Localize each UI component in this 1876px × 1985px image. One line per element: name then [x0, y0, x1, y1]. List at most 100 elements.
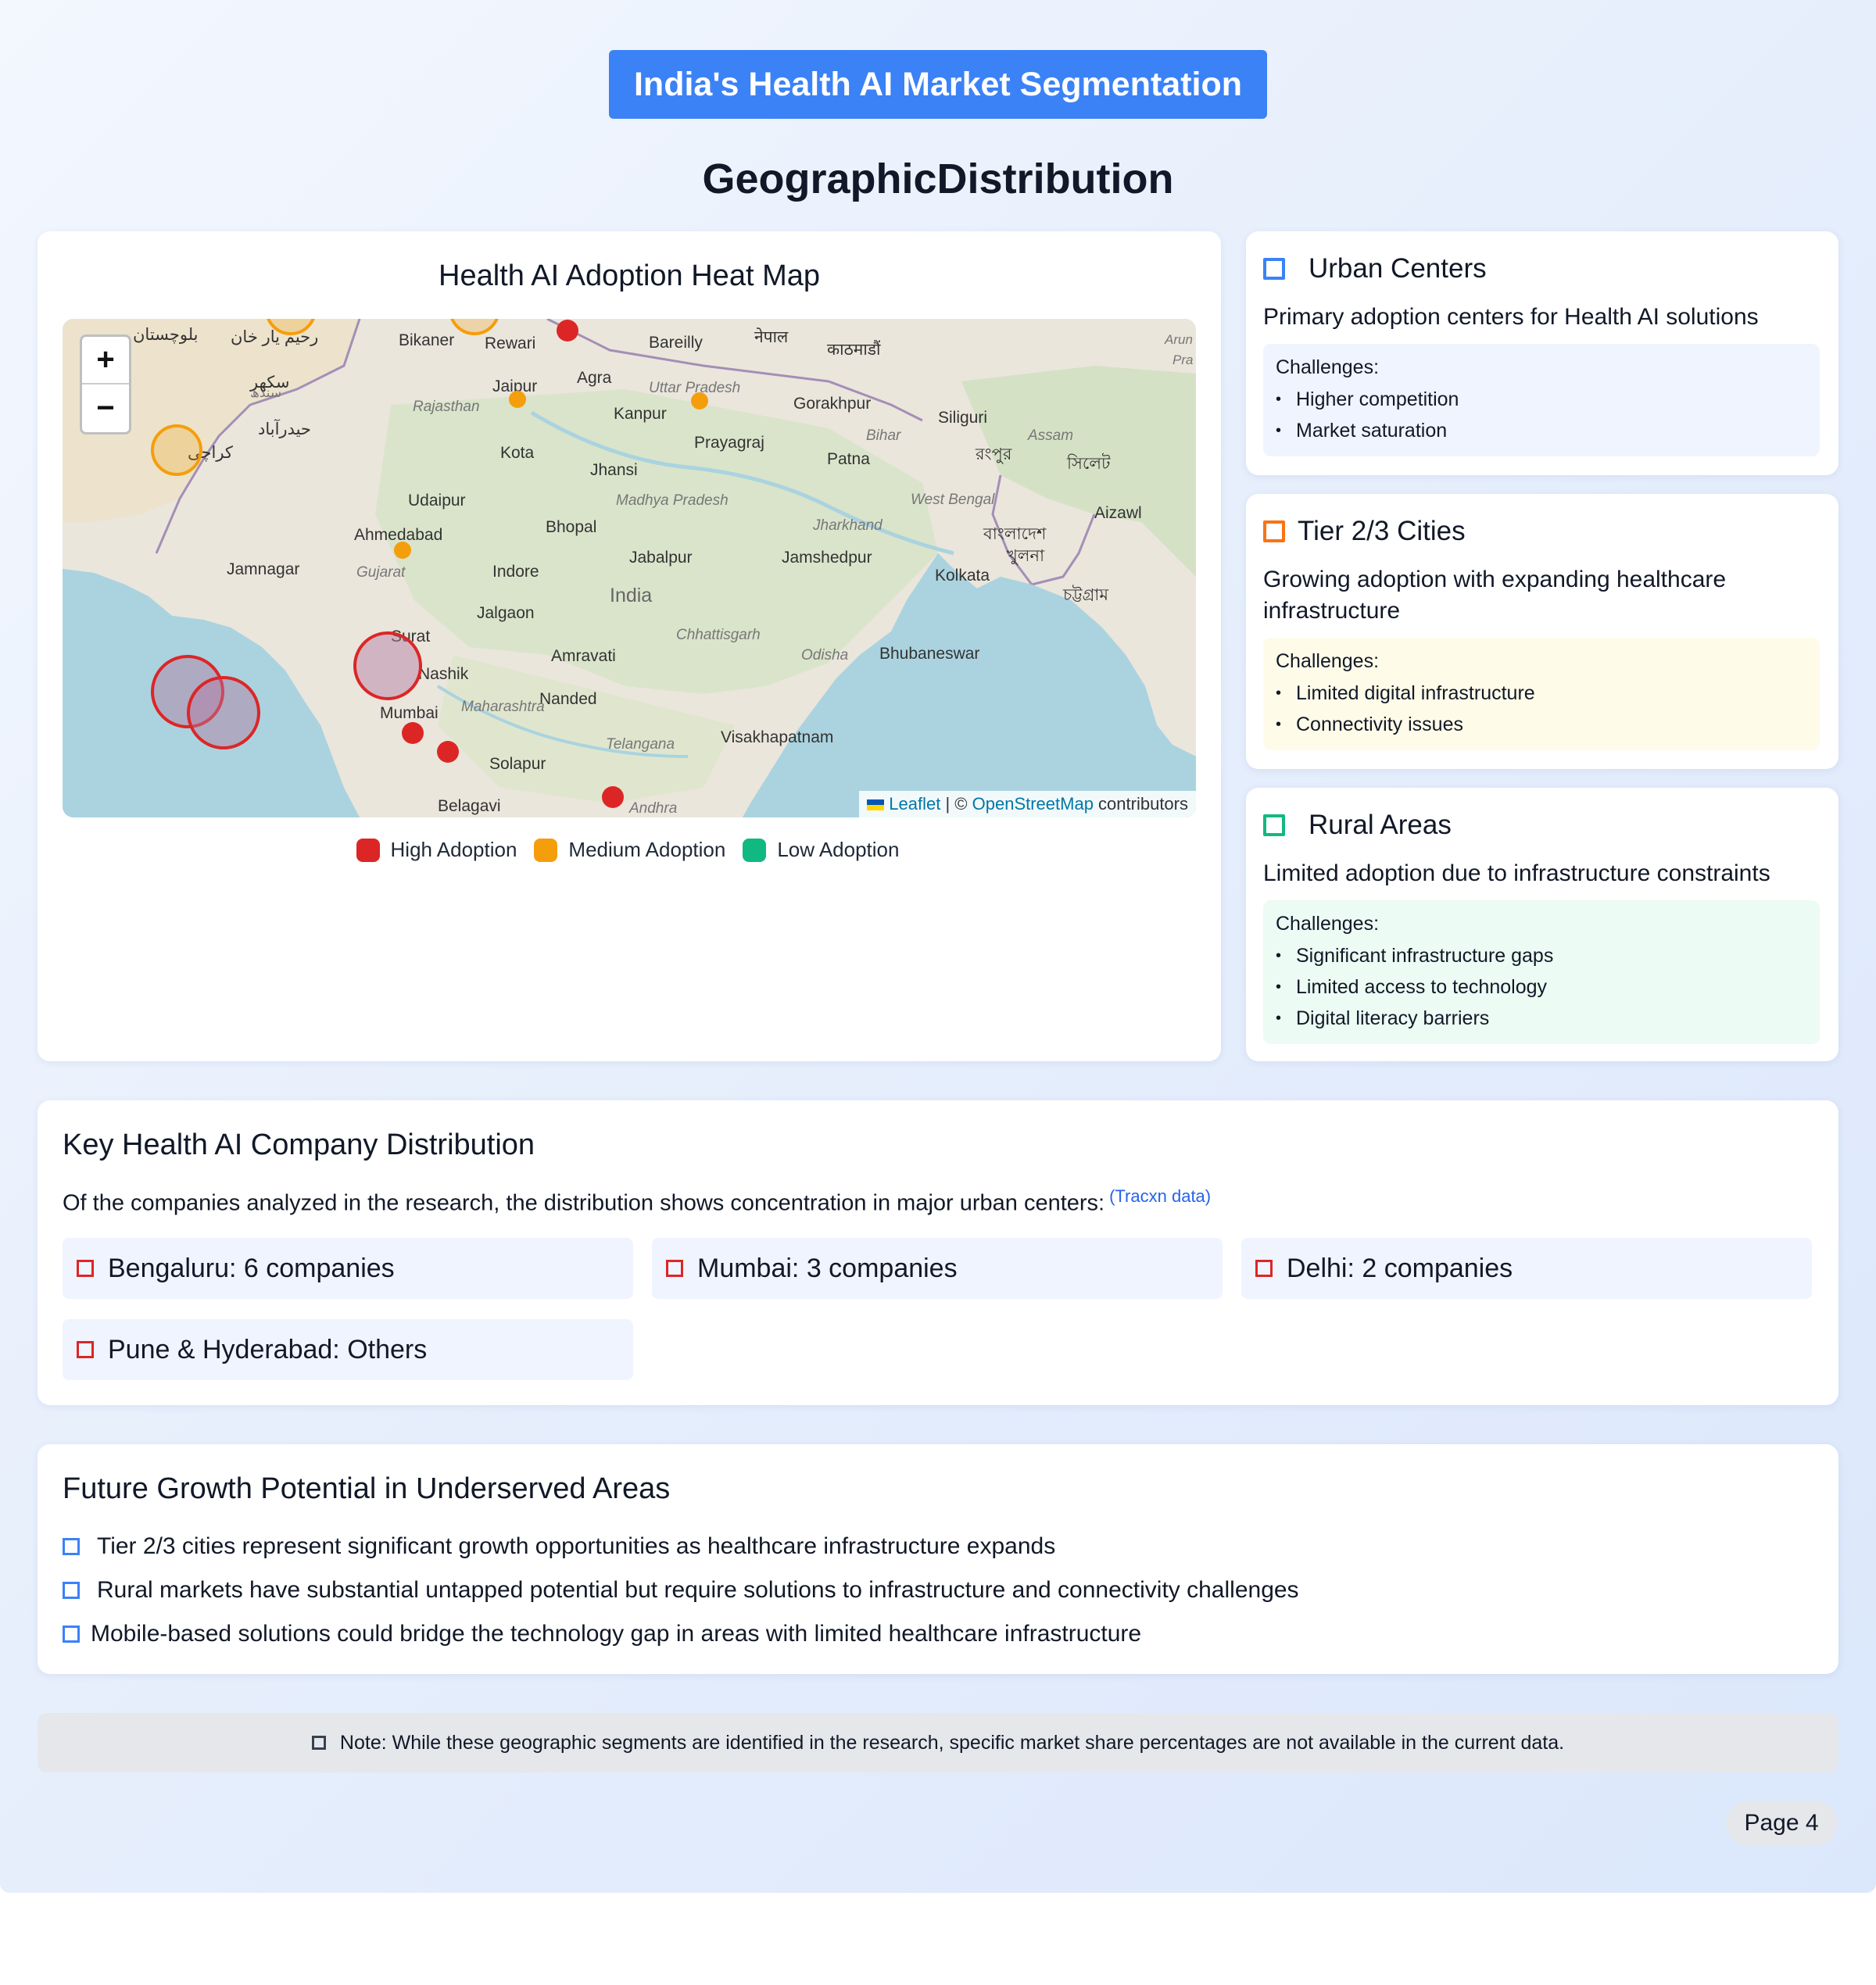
- high-adoption-marker[interactable]: [402, 722, 424, 744]
- challenges-box: Challenges: Significant infrastructure g…: [1263, 900, 1820, 1044]
- map-card: Health AI Adoption Heat Map بلوچستان رحی…: [38, 231, 1221, 1061]
- legend-item-high: High Adoption: [356, 838, 517, 862]
- segment-card-urban: Urban Centers Primary adoption centers f…: [1246, 231, 1838, 475]
- company-tile: Pune & Hyderabad: Others: [63, 1319, 633, 1380]
- slide-page: India's Health AI Market Segmentation Ge…: [0, 0, 1876, 1893]
- map-label: সিলেট: [1066, 453, 1111, 473]
- map-label: খুলনা: [1007, 547, 1045, 565]
- map-label: Bihar: [866, 427, 901, 444]
- map-label: Jamshedpur: [782, 549, 872, 567]
- high-adoption-zone[interactable]: [187, 676, 260, 749]
- osm-link[interactable]: OpenStreetMap: [972, 794, 1094, 814]
- map-label: Rewari: [485, 334, 535, 352]
- company-tile-label: Pune & Hyderabad: Others: [108, 1334, 428, 1364]
- high-adoption-zone[interactable]: [353, 631, 422, 700]
- company-tile-label: Bengaluru: 6 companies: [108, 1253, 395, 1283]
- growth-item: Mobile-based solutions could bridge the …: [63, 1621, 1141, 1647]
- zoom-control: + −: [80, 334, 131, 435]
- map-label: سندھ: [250, 385, 281, 400]
- challenge-item: Connectivity issues: [1276, 709, 1807, 740]
- map-label: Agra: [577, 369, 612, 387]
- square-icon: [311, 1736, 326, 1750]
- map-label: Gujarat: [356, 564, 406, 581]
- map-label: काठमाडौं: [827, 340, 881, 359]
- map-label: Siliguri: [938, 409, 987, 427]
- square-icon: [666, 1260, 683, 1277]
- segment-header: Rural Areas: [1263, 810, 1452, 841]
- map-label: Chhattisgarh: [676, 627, 761, 643]
- map-label: India: [610, 585, 652, 606]
- map-label: Amravati: [551, 647, 616, 665]
- square-icon: [1263, 520, 1285, 542]
- legend-label: Low Adoption: [777, 838, 900, 861]
- challenge-item: Limited digital infrastructure: [1276, 678, 1807, 709]
- map-label: Jabalpur: [629, 549, 693, 567]
- company-tile-label: Mumbai: 3 companies: [697, 1253, 958, 1283]
- leaflet-link[interactable]: Leaflet: [889, 794, 940, 814]
- page-number: Page 4: [1726, 1801, 1837, 1846]
- medium-adoption-marker[interactable]: [394, 542, 411, 559]
- growth-item: Rural markets have substantial untapped …: [63, 1577, 1299, 1604]
- square-icon: [63, 1538, 80, 1555]
- map-label: Bareilly: [649, 334, 703, 352]
- high-adoption-marker[interactable]: [557, 320, 578, 342]
- note-text: Note: While these geographic segments ar…: [339, 1731, 1565, 1754]
- map-label: Madhya Pradesh: [616, 492, 729, 509]
- map-title: Health AI Adoption Heat Map: [439, 259, 820, 292]
- challenge-item: Limited access to technology: [1276, 971, 1807, 1003]
- map-label: Udaipur: [408, 492, 466, 510]
- zoom-in-button[interactable]: +: [82, 337, 129, 384]
- map-label: حیدرآباد: [258, 419, 311, 438]
- legend-swatch-high: [356, 838, 380, 862]
- map-label: Uttar Pradesh: [649, 380, 740, 396]
- medium-adoption-marker[interactable]: [509, 391, 526, 408]
- map-label: رحیم یار خان: [231, 328, 318, 347]
- challenges-list: Limited digital infrastructure Connectiv…: [1276, 678, 1807, 740]
- map-label: West Bengal: [911, 492, 995, 508]
- legend-label: High Adoption: [390, 838, 517, 861]
- map-label: Jamnagar: [227, 560, 299, 578]
- segment-description: Primary adoption centers for Health AI s…: [1263, 304, 1759, 330]
- map-label: Visakhapatnam: [721, 728, 833, 746]
- medium-adoption-zone[interactable]: [151, 424, 202, 476]
- map-label: Pra: [1172, 352, 1193, 367]
- source-citation[interactable]: (Tracxn data): [1109, 1186, 1211, 1206]
- segment-title: Urban Centers: [1309, 253, 1487, 284]
- map-label: Bikaner: [399, 331, 454, 349]
- legend-swatch-medium: [534, 838, 558, 862]
- map-label: नेपाल: [754, 327, 789, 346]
- map-tiles: بلوچستان رحیم یار خان سکھر سندھ حیدرآباد…: [63, 319, 1196, 817]
- map-label: Belagavi: [438, 797, 501, 815]
- map-label: Jhansi: [590, 461, 638, 479]
- challenge-item: Market saturation: [1276, 415, 1807, 446]
- medium-adoption-marker[interactable]: [691, 392, 708, 410]
- map-label: Arun: [1164, 332, 1193, 347]
- zoom-out-button[interactable]: −: [82, 384, 129, 432]
- intro-text: Of the companies analyzed in the researc…: [63, 1190, 1105, 1216]
- challenges-list: Significant infrastructure gaps Limited …: [1276, 940, 1807, 1034]
- map-label: Ahmedabad: [354, 526, 442, 544]
- high-adoption-marker[interactable]: [437, 741, 459, 763]
- map-label: Patna: [827, 450, 870, 468]
- map-label: Jalgaon: [477, 604, 535, 622]
- heat-map[interactable]: بلوچستان رحیم یار خان سکھر سندھ حیدرآباد…: [63, 319, 1196, 817]
- challenges-label: Challenges:: [1276, 913, 1380, 935]
- challenges-box: Challenges: Limited digital infrastructu…: [1263, 638, 1820, 750]
- segment-title: Rural Areas: [1309, 810, 1452, 840]
- legend-item-low: Low Adoption: [743, 838, 899, 862]
- map-label: Maharashtra: [461, 699, 545, 715]
- ukraine-flag-icon: [867, 799, 885, 811]
- legend-item-medium: Medium Adoption: [534, 838, 725, 862]
- challenge-item: Higher competition: [1276, 384, 1807, 415]
- high-adoption-marker[interactable]: [602, 786, 624, 808]
- page-subtitle: GeographicDistribution: [702, 156, 1174, 202]
- challenges-label: Challenges:: [1276, 356, 1380, 378]
- segment-description: Growing adoption with expanding healthca…: [1263, 567, 1727, 624]
- challenges-box: Challenges: Higher competition Market sa…: [1263, 344, 1820, 456]
- map-label: Kanpur: [614, 405, 667, 423]
- segment-header: Tier 2/3 Cities: [1263, 516, 1466, 547]
- map-label: Gorakhpur: [793, 395, 871, 413]
- map-label: Telangana: [606, 736, 675, 753]
- attribution-suffix: contributors: [1093, 794, 1188, 814]
- challenges-label: Challenges:: [1276, 650, 1380, 672]
